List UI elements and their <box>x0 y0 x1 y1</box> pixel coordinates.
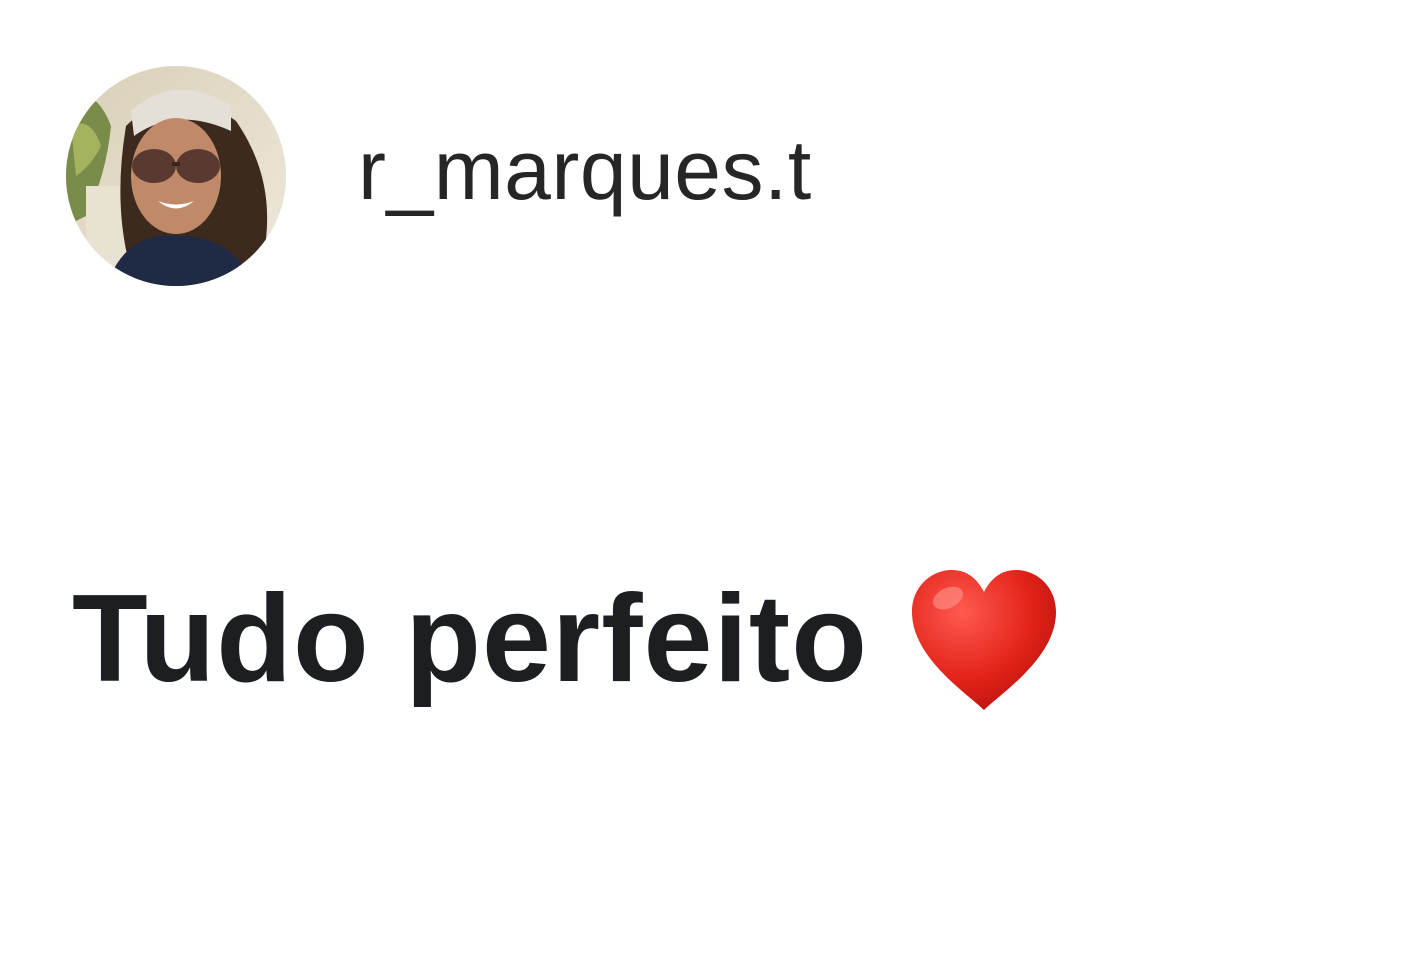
red-heart-icon <box>911 570 1056 710</box>
avatar[interactable] <box>66 66 286 286</box>
comment-header: r_marques.t <box>66 66 812 286</box>
username[interactable]: r_marques.t <box>358 122 812 219</box>
comment-message: Tudo perfeito <box>72 566 1060 712</box>
comment-card: r_marques.t Tudo perfeito <box>0 0 1428 979</box>
message-text: Tudo perfeito <box>72 570 868 708</box>
profile-photo-avatar <box>66 66 286 286</box>
